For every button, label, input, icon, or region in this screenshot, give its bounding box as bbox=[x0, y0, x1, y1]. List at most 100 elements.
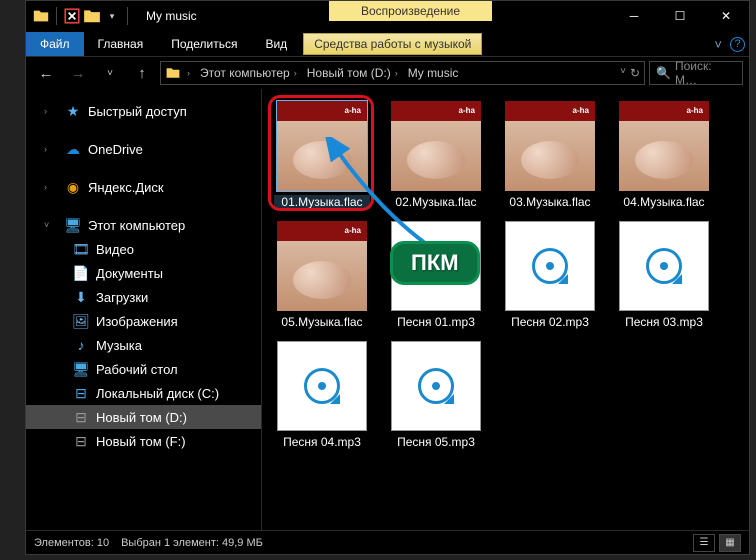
folder-icon bbox=[32, 7, 50, 25]
back-button[interactable]: ← bbox=[32, 61, 60, 85]
divider bbox=[127, 7, 128, 25]
crumb-drive[interactable]: Новый том (D:)› bbox=[303, 64, 402, 82]
minimize-button[interactable]: ─ bbox=[611, 1, 657, 31]
ribbon-expand-icon[interactable]: ˅ bbox=[714, 37, 722, 52]
status-item-count: Элементов: 10 bbox=[34, 537, 109, 549]
tab-view[interactable]: Вид bbox=[251, 32, 301, 56]
audio-icon bbox=[418, 368, 454, 404]
window-controls: ─ ☐ ✕ bbox=[611, 1, 749, 31]
file-label: 04.Музыка.flac bbox=[616, 195, 712, 209]
file-label: 05.Музыка.flac bbox=[274, 315, 370, 329]
context-tab-playback[interactable]: Воспроизведение bbox=[329, 1, 492, 21]
audio-thumbnail bbox=[391, 221, 481, 311]
address-dropdown-icon[interactable]: ˅ bbox=[620, 66, 626, 80]
pc-icon: 🖥 bbox=[64, 216, 82, 234]
sidebar-desktop[interactable]: 🖥Рабочий стол bbox=[26, 357, 261, 381]
help-icon[interactable]: ? bbox=[730, 37, 745, 52]
file-item[interactable]: a-ha 02.Музыка.flac bbox=[388, 101, 484, 209]
window-title: My music bbox=[146, 9, 197, 23]
address-bar: ← → ˅ ↑ › Этот компьютер› Новый том (D:)… bbox=[26, 57, 749, 89]
crumb-this-pc[interactable]: Этот компьютер› bbox=[196, 64, 301, 82]
desktop-icon: 🖥 bbox=[72, 360, 90, 378]
sidebar-drive-f[interactable]: ⊟Новый том (F:) bbox=[26, 429, 261, 453]
album-thumbnail: a-ha bbox=[277, 221, 367, 311]
chevron-right-icon[interactable]: › bbox=[44, 106, 58, 116]
audio-thumbnail bbox=[619, 221, 709, 311]
navigation-pane: › ★ Быстрый доступ › ☁ OneDrive › ◉ Янде… bbox=[26, 89, 262, 530]
file-label: Песня 02.mp3 bbox=[502, 315, 598, 329]
close-button[interactable]: ✕ bbox=[703, 1, 749, 31]
explorer-window: ▾ My music Воспроизведение ─ ☐ ✕ Файл Гл… bbox=[25, 0, 750, 555]
file-label: 01.Музыка.flac bbox=[274, 195, 370, 209]
sidebar-videos[interactable]: 🎞Видео bbox=[26, 237, 261, 261]
file-item[interactable]: Песня 03.mp3 bbox=[616, 221, 712, 329]
view-icons-button[interactable]: ▦ bbox=[719, 534, 741, 552]
tab-share[interactable]: Поделиться bbox=[157, 32, 251, 56]
tab-file[interactable]: Файл bbox=[26, 32, 84, 56]
picture-icon: 🖼 bbox=[72, 312, 90, 330]
drive-icon: ⊟ bbox=[72, 384, 90, 402]
album-thumbnail: a-ha bbox=[277, 101, 367, 191]
status-selection: Выбран 1 элемент: 49,9 МБ bbox=[121, 537, 263, 549]
quick-access-toolbar: ▾ bbox=[32, 7, 132, 25]
sidebar-yandex-disk[interactable]: › ◉ Яндекс.Диск bbox=[26, 175, 261, 199]
cloud-icon: ☁ bbox=[64, 140, 82, 158]
recent-dropdown[interactable]: ˅ bbox=[96, 61, 124, 85]
file-item[interactable]: a-ha 05.Музыка.flac bbox=[274, 221, 370, 329]
address-input[interactable]: › Этот компьютер› Новый том (D:)› My mus… bbox=[160, 61, 645, 85]
crumb-chevron[interactable]: › bbox=[183, 66, 194, 80]
chevron-down-icon[interactable]: ˅ bbox=[44, 220, 58, 230]
forward-button[interactable]: → bbox=[64, 61, 92, 85]
qat-dropdown-icon[interactable]: ▾ bbox=[103, 7, 121, 25]
up-button[interactable]: ↑ bbox=[128, 61, 156, 85]
drive-icon: ⊟ bbox=[72, 432, 90, 450]
ribbon: Файл Главная Поделиться Вид Средства раб… bbox=[26, 31, 749, 57]
audio-thumbnail bbox=[277, 341, 367, 431]
file-item[interactable]: a-ha 04.Музыка.flac bbox=[616, 101, 712, 209]
titlebar: ▾ My music Воспроизведение ─ ☐ ✕ bbox=[26, 1, 749, 31]
qat-new-folder-icon[interactable] bbox=[83, 7, 101, 25]
tab-home[interactable]: Главная bbox=[84, 32, 158, 56]
audio-icon bbox=[646, 248, 682, 284]
video-icon: 🎞 bbox=[72, 240, 90, 258]
audio-icon bbox=[418, 248, 454, 284]
file-item[interactable]: Песня 05.mp3 bbox=[388, 341, 484, 449]
divider bbox=[56, 7, 57, 25]
sidebar-drive-d[interactable]: ⊟Новый том (D:) bbox=[26, 405, 261, 429]
sidebar-pictures[interactable]: 🖼Изображения bbox=[26, 309, 261, 333]
sidebar-quick-access[interactable]: › ★ Быстрый доступ bbox=[26, 99, 261, 123]
file-label: Песня 04.mp3 bbox=[274, 435, 370, 449]
album-thumbnail: a-ha bbox=[505, 101, 595, 191]
refresh-icon[interactable]: ↻ bbox=[630, 66, 640, 80]
tab-music-tools[interactable]: Средства работы с музыкой bbox=[303, 33, 482, 55]
status-bar: Элементов: 10 Выбран 1 элемент: 49,9 МБ … bbox=[26, 530, 749, 554]
file-label: Песня 05.mp3 bbox=[388, 435, 484, 449]
file-item[interactable]: Песня 01.mp3 bbox=[388, 221, 484, 329]
sidebar-music[interactable]: ♪Музыка bbox=[26, 333, 261, 357]
maximize-button[interactable]: ☐ bbox=[657, 1, 703, 31]
yandex-disk-icon: ◉ bbox=[64, 178, 82, 196]
file-item[interactable]: Песня 04.mp3 bbox=[274, 341, 370, 449]
file-item[interactable]: a-ha 03.Музыка.flac bbox=[502, 101, 598, 209]
sidebar-this-pc[interactable]: ˅ 🖥 Этот компьютер bbox=[26, 213, 261, 237]
file-label: Песня 01.mp3 bbox=[388, 315, 484, 329]
file-list[interactable]: a-ha 01.Музыка.flac a-ha 02.Музыка.flac … bbox=[262, 89, 749, 530]
sidebar-downloads[interactable]: ⬇Загрузки bbox=[26, 285, 261, 309]
sidebar-documents[interactable]: 📄Документы bbox=[26, 261, 261, 285]
audio-thumbnail bbox=[391, 341, 481, 431]
star-icon: ★ bbox=[64, 102, 82, 120]
file-item[interactable]: Песня 02.mp3 bbox=[502, 221, 598, 329]
sidebar-drive-c[interactable]: ⊟Локальный диск (C:) bbox=[26, 381, 261, 405]
qat-properties-icon[interactable] bbox=[63, 7, 81, 25]
album-thumbnail: a-ha bbox=[619, 101, 709, 191]
search-placeholder: Поиск: M… bbox=[675, 59, 736, 87]
search-icon: 🔍 bbox=[656, 66, 671, 80]
file-label: 02.Музыка.flac bbox=[388, 195, 484, 209]
file-label: Песня 03.mp3 bbox=[616, 315, 712, 329]
view-details-button[interactable]: ☰ bbox=[693, 534, 715, 552]
search-input[interactable]: 🔍 Поиск: M… bbox=[649, 61, 743, 85]
file-item[interactable]: a-ha 01.Музыка.flac bbox=[274, 101, 370, 209]
sidebar-onedrive[interactable]: › ☁ OneDrive bbox=[26, 137, 261, 161]
crumb-folder[interactable]: My music bbox=[404, 64, 463, 82]
document-icon: 📄 bbox=[72, 264, 90, 282]
